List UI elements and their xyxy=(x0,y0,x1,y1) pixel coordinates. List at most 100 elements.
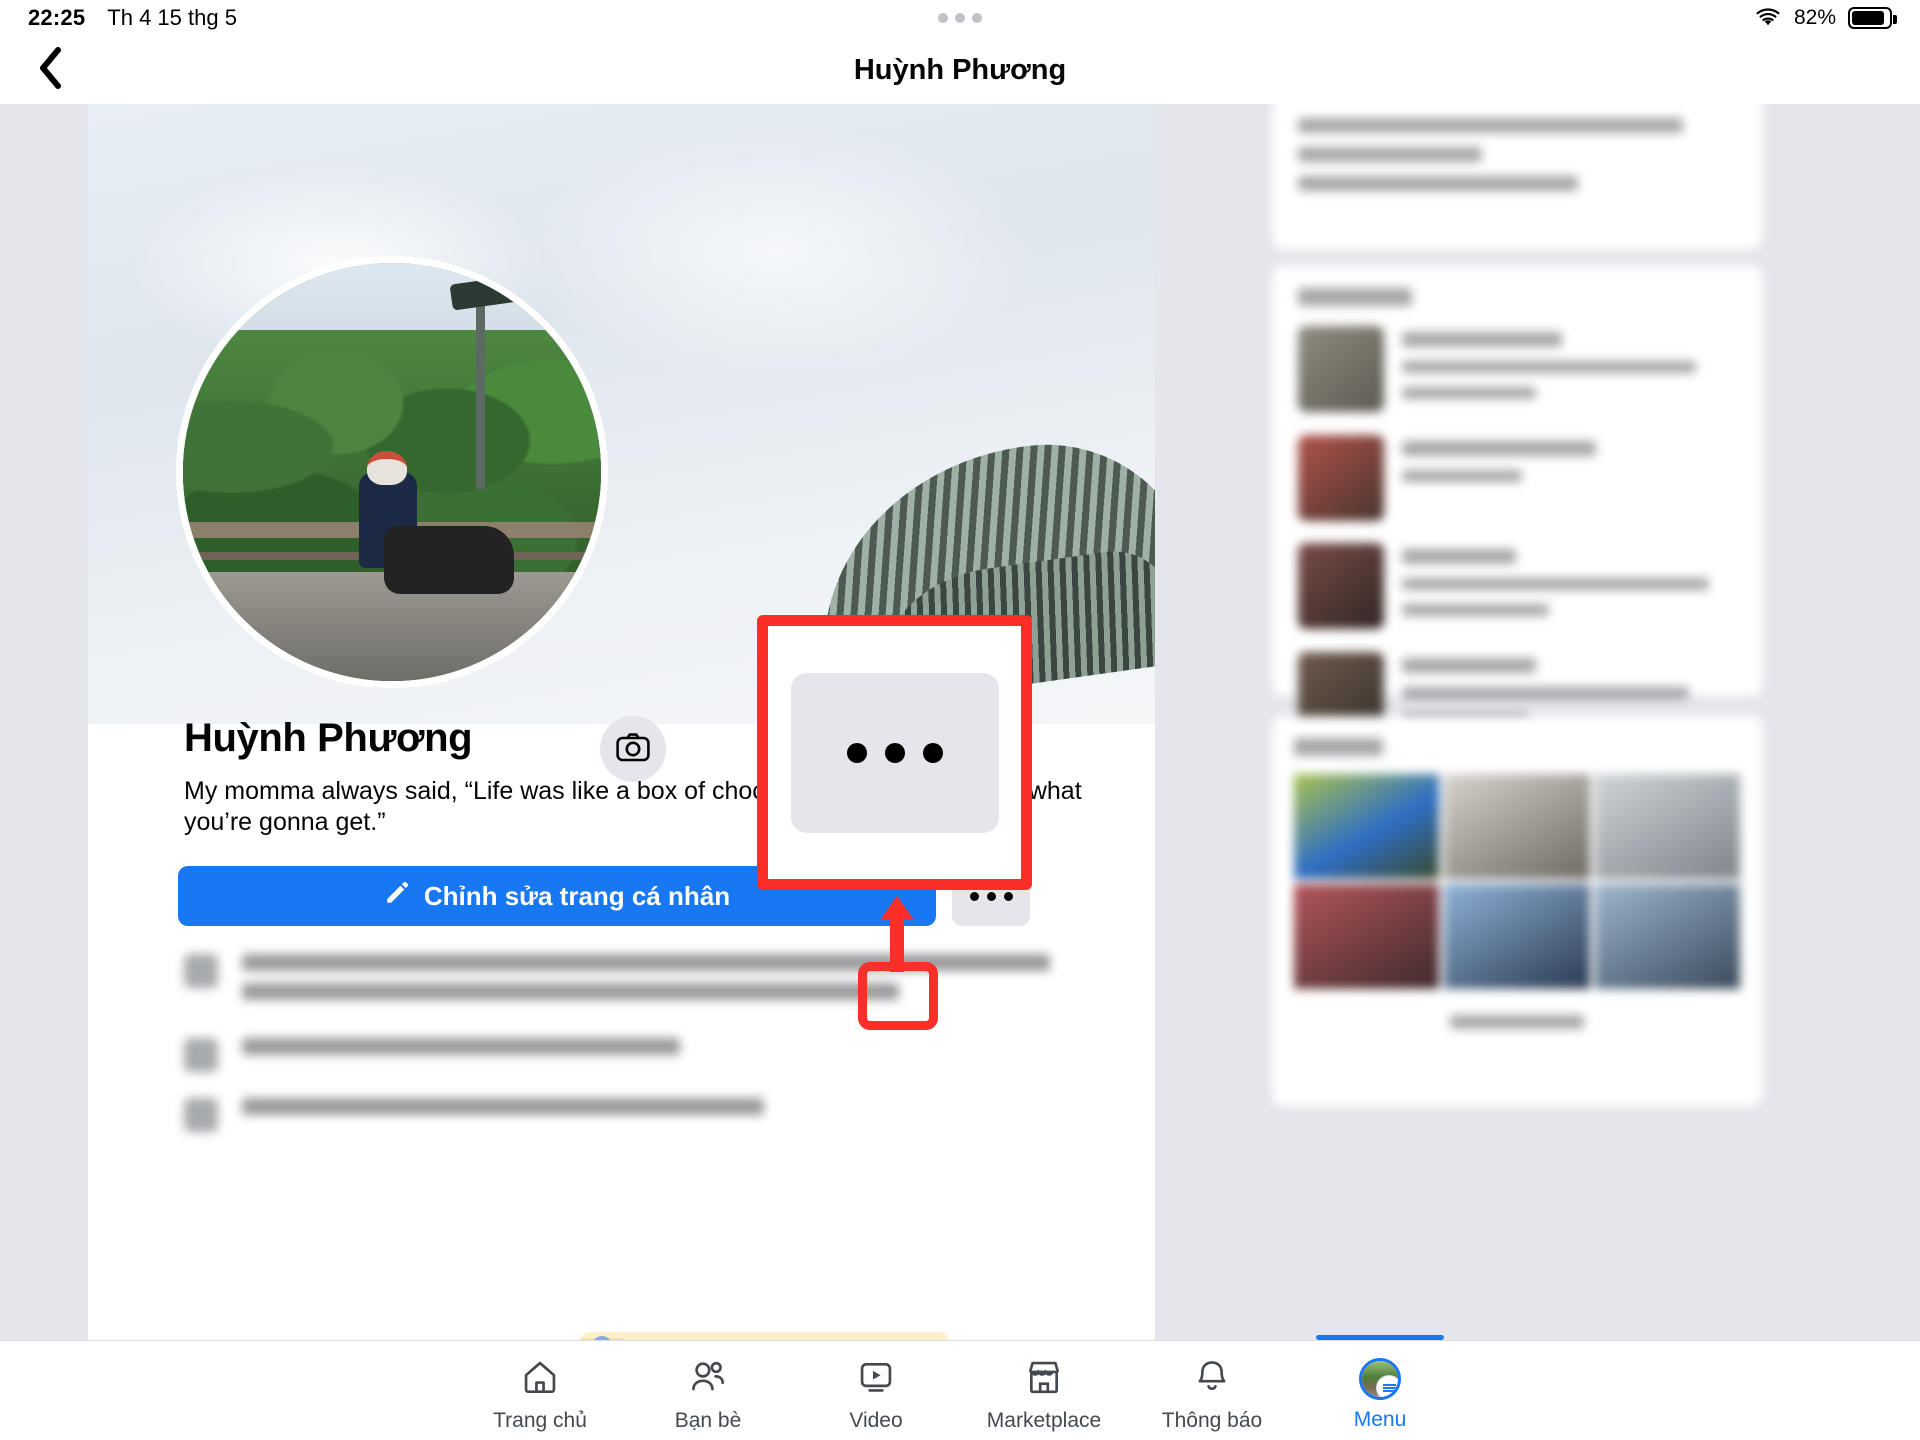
feed-thumb xyxy=(1298,543,1384,629)
feed-line xyxy=(1402,604,1549,616)
ellipsis-icon xyxy=(969,891,979,901)
tab-list: Trang chủ Bạn bè Video Marketplace Thông… xyxy=(460,1335,1460,1433)
detail-line xyxy=(242,1098,765,1115)
feed-line xyxy=(1402,578,1710,590)
tab-video[interactable]: Video xyxy=(796,1348,956,1433)
tab-label: Bạn bè xyxy=(674,1409,742,1432)
video-icon xyxy=(857,1358,895,1401)
photo-cell xyxy=(1444,774,1590,879)
ellipsis-icon xyxy=(1003,891,1013,901)
photo-grid xyxy=(1294,774,1740,989)
zoom-callout-more-button xyxy=(790,672,999,833)
feed-body xyxy=(1402,543,1736,630)
bell-icon xyxy=(1193,1358,1231,1401)
arrow-up-icon xyxy=(878,894,916,972)
menu-avatar-icon xyxy=(1359,1358,1401,1400)
detail-text xyxy=(242,1098,1084,1132)
feed-card-friends xyxy=(1272,266,1762,775)
profile-detail-list xyxy=(184,954,1084,1158)
ellipsis-icon xyxy=(884,742,905,763)
page-title: Huỳnh Phương xyxy=(853,53,1067,86)
feed-line xyxy=(1402,387,1536,399)
tab-home[interactable]: Trang chủ xyxy=(460,1348,620,1433)
avatar-helmet xyxy=(366,451,407,486)
photo-cell xyxy=(1294,884,1440,989)
feed-section-title xyxy=(1294,738,1384,756)
tab-label: Trang chủ xyxy=(493,1409,587,1432)
tab-label: Menu xyxy=(1353,1408,1407,1431)
profile-detail-row xyxy=(184,1038,1084,1072)
profile-detail-row xyxy=(184,954,1084,1012)
status-center-dots xyxy=(938,13,982,23)
detail-line xyxy=(242,1038,680,1055)
tab-marketplace[interactable]: Marketplace xyxy=(964,1348,1124,1433)
feed-line xyxy=(1298,118,1684,133)
feed-friend-row xyxy=(1298,326,1736,413)
feed-line xyxy=(1402,549,1516,564)
profile-name: Huỳnh Phương xyxy=(184,716,473,760)
battery-icon xyxy=(1848,7,1897,29)
status-time: 22:25 xyxy=(28,5,86,30)
feed-line xyxy=(1298,176,1579,191)
friends-icon xyxy=(689,1358,727,1401)
feed-friend-row xyxy=(1298,435,1736,521)
camera-icon xyxy=(616,732,650,767)
photo-cell xyxy=(1594,774,1740,879)
photo-cell xyxy=(1294,774,1440,879)
feed-line xyxy=(1402,332,1563,347)
bottom-tab-bar: Trang chủ Bạn bè Video Marketplace Thông… xyxy=(0,1335,1920,1440)
ellipsis-icon xyxy=(986,891,996,901)
feed-see-more xyxy=(1450,1015,1584,1029)
avatar[interactable] xyxy=(176,256,608,688)
battery-fill xyxy=(1852,11,1884,25)
chevron-left-icon xyxy=(37,46,63,95)
feed-friend-row xyxy=(1298,543,1736,630)
hamburger-icon xyxy=(1376,1375,1398,1397)
tab-label: Thông báo xyxy=(1161,1409,1263,1432)
status-bar-left: 22:25 Th 4 15 thg 5 xyxy=(28,5,237,31)
avatar-pole xyxy=(475,288,485,489)
detail-line xyxy=(242,983,899,1000)
photo-cell xyxy=(1594,884,1740,989)
feed-thumb xyxy=(1298,435,1384,521)
edit-profile-label: Chỉnh sửa trang cá nhân xyxy=(423,880,731,911)
status-dot xyxy=(955,13,965,23)
zoom-callout-box xyxy=(757,615,1032,890)
pencil-icon xyxy=(384,880,410,913)
profile-detail-row xyxy=(184,1098,1084,1132)
avatar-motorbike xyxy=(383,526,514,595)
home-icon xyxy=(521,1358,559,1401)
book-gear-icon xyxy=(558,1320,646,1340)
highlight-more-button-box xyxy=(858,962,938,1030)
status-date: Th 4 15 thg 5 xyxy=(107,5,237,30)
tab-menu[interactable]: Menu xyxy=(1300,1335,1460,1433)
marketplace-icon xyxy=(1025,1358,1063,1401)
tab-friends[interactable]: Bạn bè xyxy=(628,1348,788,1433)
avatar-container[interactable] xyxy=(176,256,666,782)
feed-section-title xyxy=(1298,288,1412,306)
feed-thumb xyxy=(1298,326,1384,412)
tab-indicator xyxy=(1316,1335,1444,1340)
tab-notifications[interactable]: Thông báo xyxy=(1132,1348,1292,1433)
photo-cell xyxy=(1444,884,1590,989)
ellipsis-icon xyxy=(922,742,943,763)
feed-body xyxy=(1402,326,1736,413)
feed-line xyxy=(1402,361,1696,373)
feed-line xyxy=(1402,441,1596,456)
wifi-icon xyxy=(1754,8,1782,28)
page-body: Huỳnh Phương My momma always said, “Life… xyxy=(0,104,1920,1340)
feed-line xyxy=(1402,470,1523,482)
app-root: 22:25 Th 4 15 thg 5 82% Huỳnh Phương Huỳ… xyxy=(0,0,1920,1440)
avatar-camera-button[interactable] xyxy=(600,716,666,782)
status-bar-right: 82% xyxy=(1754,6,1897,30)
ellipsis-icon xyxy=(846,742,867,763)
watermark: làm thế nào? xyxy=(578,1332,950,1340)
right-feed-column xyxy=(1272,104,1762,1340)
feed-body xyxy=(1402,435,1736,496)
nav-header: Huỳnh Phương xyxy=(0,36,1920,104)
home-pin-icon xyxy=(184,1038,218,1072)
detail-text xyxy=(242,954,1084,1012)
status-dot xyxy=(972,13,982,23)
back-button[interactable] xyxy=(20,36,80,104)
link-icon xyxy=(184,954,218,988)
